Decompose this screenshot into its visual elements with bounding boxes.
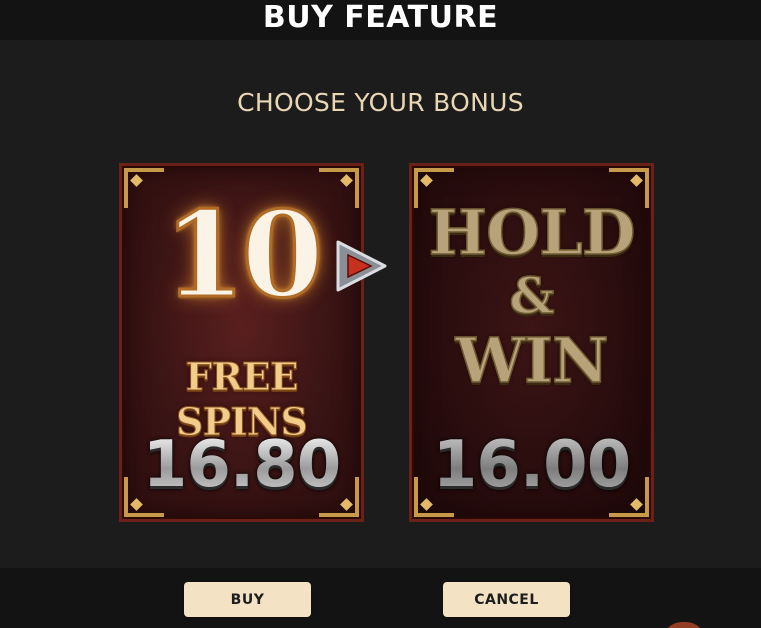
free-spins-card[interactable]: 10 FREE SPINS 16.80 <box>119 163 364 522</box>
free-spins-price: 16.80 <box>122 428 361 502</box>
buy-button[interactable]: BUY <box>184 582 311 617</box>
free-spins-count: 10 <box>162 185 325 324</box>
page-title: BUY FEATURE <box>262 0 499 35</box>
hold-and-win-card[interactable]: HOLD & WIN 16.00 <box>409 163 654 522</box>
choose-bonus-subtitle: CHOOSE YOUR BONUS <box>237 88 524 117</box>
hold-and-win-title-line1: HOLD <box>428 195 636 270</box>
cancel-button[interactable]: CANCEL <box>443 582 570 617</box>
hold-and-win-title-line3: WIN <box>455 323 610 398</box>
hold-and-win-price: 16.00 <box>412 428 651 502</box>
hold-and-win-title-line2: & <box>509 265 556 326</box>
play-arrow-icon <box>335 238 387 294</box>
footer-bar <box>0 568 761 628</box>
header-bar: BUY FEATURE <box>0 0 761 40</box>
